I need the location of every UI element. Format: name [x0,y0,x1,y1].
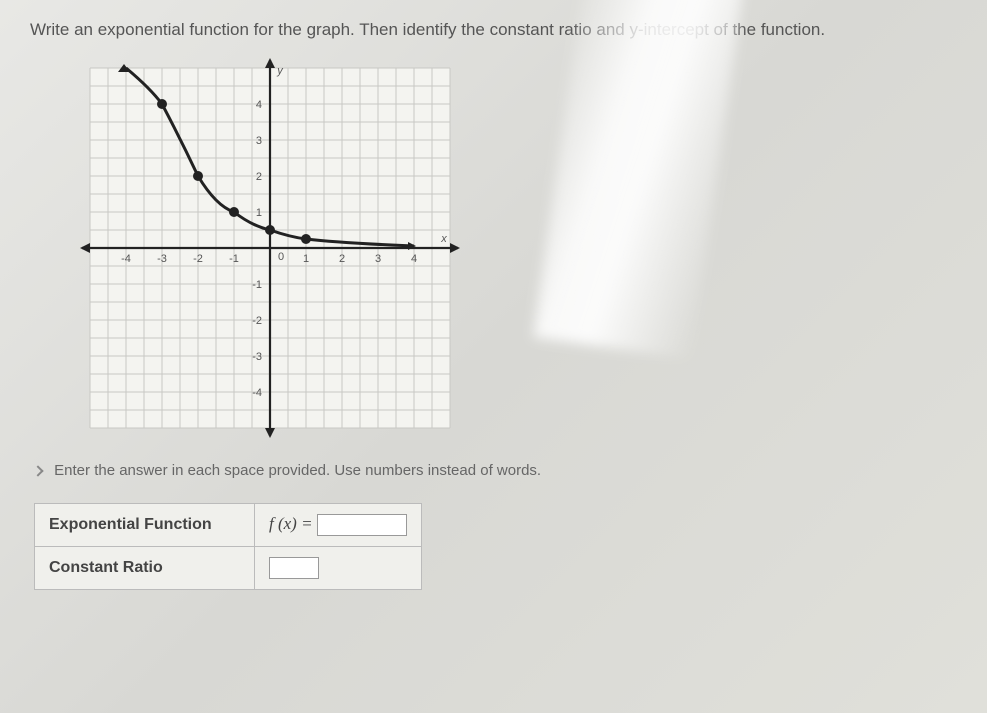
graph-container: -4-3-2-1 1234 0 43 21 -1-2 -3-4 y x [80,58,957,438]
exponential-function-label: Exponential Function [35,504,255,547]
constant-ratio-input[interactable] [269,557,319,579]
table-row: Constant Ratio [35,547,422,590]
svg-text:3: 3 [256,135,262,147]
graph-plot: -4-3-2-1 1234 0 43 21 -1-2 -3-4 y x [80,58,460,438]
svg-text:-3: -3 [252,351,262,363]
function-prefix: f (x) = [269,514,313,533]
svg-text:2: 2 [256,171,262,183]
question-text: Write an exponential function for the gr… [30,20,957,40]
table-row: Exponential Function f (x) = [35,504,422,547]
constant-ratio-label: Constant Ratio [35,547,255,590]
svg-text:3: 3 [375,253,381,265]
svg-text:-1: -1 [229,253,239,265]
svg-text:-2: -2 [252,315,262,327]
svg-text:1: 1 [303,253,309,265]
chevron-right-icon [32,465,43,476]
exponential-function-cell: f (x) = [255,504,422,547]
svg-text:-4: -4 [252,387,262,399]
svg-text:1: 1 [256,207,262,219]
constant-ratio-cell [255,547,422,590]
answer-table: Exponential Function f (x) = Constant Ra… [34,503,422,590]
svg-text:0: 0 [278,251,284,263]
svg-text:-3: -3 [157,253,167,265]
svg-text:-2: -2 [193,253,203,265]
instructions-text: Enter the answer in each space provided.… [54,462,541,479]
svg-text:-4: -4 [121,253,131,265]
svg-text:x: x [440,233,447,245]
svg-text:-1: -1 [252,279,262,291]
svg-text:4: 4 [411,253,417,265]
exponential-function-input[interactable] [317,514,407,536]
instructions-row: Enter the answer in each space provided.… [34,462,957,479]
svg-text:2: 2 [339,253,345,265]
svg-text:4: 4 [256,99,262,111]
